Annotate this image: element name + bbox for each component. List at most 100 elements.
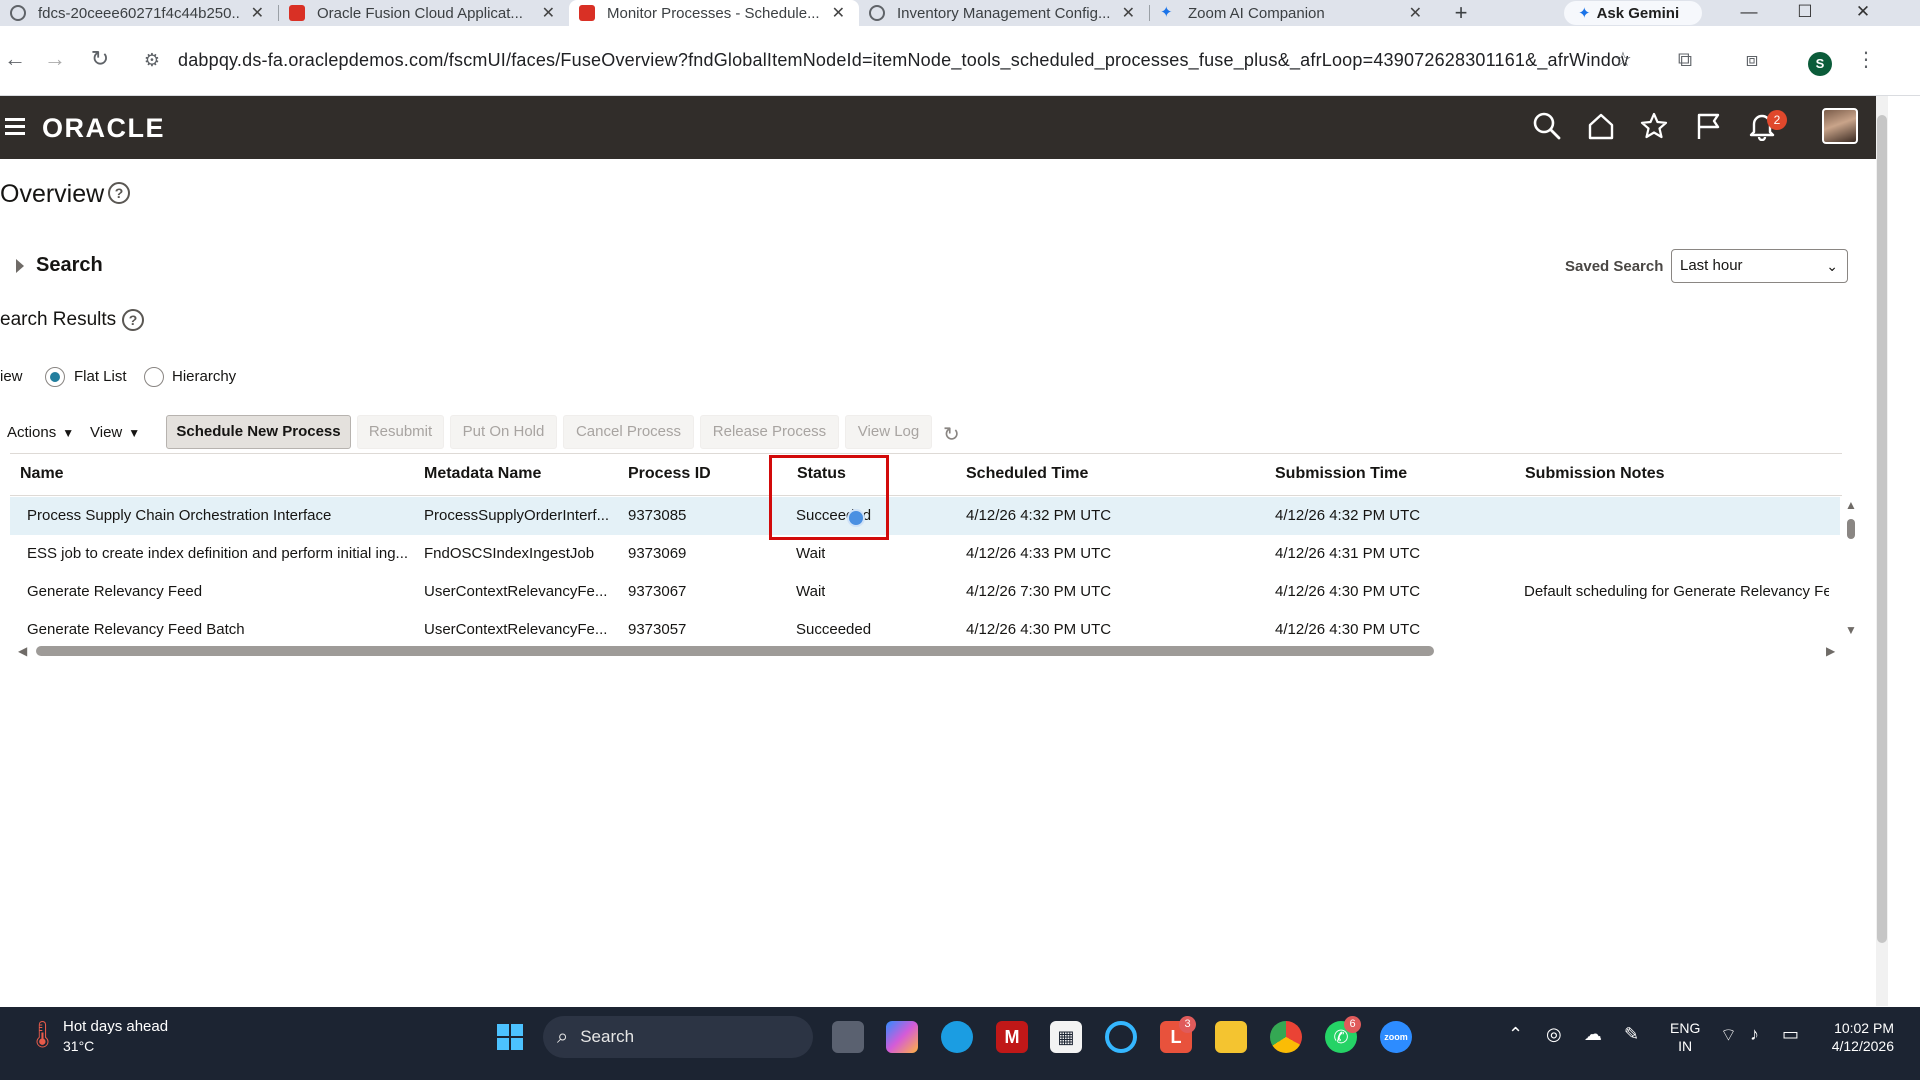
- battery-icon[interactable]: ▭: [1782, 1024, 1799, 1045]
- taskbar-search-box[interactable]: ⌕ Search: [543, 1016, 813, 1058]
- view-log-button[interactable]: View Log: [845, 415, 932, 449]
- tab-close-icon[interactable]: ✕: [542, 3, 555, 23]
- hamburger-menu-icon[interactable]: [5, 118, 25, 139]
- windows-start-icon[interactable]: [494, 1021, 526, 1053]
- tab-title: Monitor Processes - Schedule...: [607, 4, 820, 22]
- copilot-icon[interactable]: [886, 1021, 918, 1053]
- tab-close-icon[interactable]: ✕: [1122, 3, 1135, 23]
- close-window-icon[interactable]: ✕: [1838, 0, 1888, 26]
- help-icon[interactable]: ?: [122, 309, 144, 331]
- column-header-metadata-name[interactable]: Metadata Name: [424, 465, 541, 483]
- onedrive-cloud-icon[interactable]: ☁: [1584, 1024, 1602, 1045]
- saved-search-select[interactable]: Last hour ⌄: [1671, 249, 1848, 283]
- tab-close-icon[interactable]: ✕: [832, 3, 845, 23]
- cell-metadata-name: UserContextRelevancyFe...: [424, 621, 608, 638]
- weather-temperature[interactable]: 31°C: [63, 1038, 94, 1054]
- browser-tab-active[interactable]: Monitor Processes - Schedule... ✕: [569, 0, 859, 26]
- view-menu[interactable]: View ▼: [90, 424, 140, 441]
- resubmit-button[interactable]: Resubmit: [357, 415, 444, 449]
- column-header-submission-time[interactable]: Submission Time: [1275, 465, 1407, 483]
- tab-close-icon[interactable]: ✕: [1409, 3, 1422, 23]
- tab-title: Inventory Management Config...: [897, 4, 1111, 22]
- volume-icon[interactable]: ♪: [1750, 1024, 1759, 1045]
- browser-tab[interactable]: Oracle Fusion Cloud Applicat... ✕: [279, 0, 569, 26]
- microsoft-store-icon[interactable]: ▦: [1050, 1021, 1082, 1053]
- horizontal-scrollbar[interactable]: [36, 646, 1434, 656]
- task-view-icon[interactable]: [832, 1021, 864, 1053]
- processes-table: Name Metadata Name Process ID Status Sch…: [10, 453, 1842, 665]
- edge-browser-icon[interactable]: [941, 1021, 973, 1053]
- favorites-star-icon[interactable]: [1639, 111, 1671, 143]
- cast-search-icon[interactable]: ⧈: [1738, 46, 1766, 74]
- schedule-new-process-button[interactable]: Schedule New Process: [166, 415, 351, 449]
- back-arrow-icon[interactable]: ←: [0, 44, 30, 74]
- tab-close-icon[interactable]: ✕: [251, 3, 264, 23]
- site-settings-icon[interactable]: ⚙: [140, 50, 164, 71]
- hierarchy-label[interactable]: Hierarchy: [172, 368, 236, 385]
- table-row[interactable]: Process Supply Chain Orchestration Inter…: [10, 497, 1840, 535]
- search-section-toggle[interactable]: Search: [16, 254, 103, 277]
- thermometer-icon[interactable]: 🌡: [26, 1019, 59, 1050]
- extensions-icon[interactable]: ⧉: [1671, 46, 1699, 74]
- column-header-scheduled-time[interactable]: Scheduled Time: [966, 465, 1088, 483]
- weather-title[interactable]: Hot days ahead: [63, 1018, 168, 1035]
- clock-time: 10:02 PM: [1834, 1020, 1894, 1036]
- table-row[interactable]: Generate Relevancy Feed UserContextRelev…: [10, 573, 1840, 611]
- refresh-icon[interactable]: ↻: [943, 422, 960, 447]
- browser-tab[interactable]: fdcs-20ceee60271f4c44b250... ✕: [0, 0, 278, 26]
- scroll-down-arrow-icon[interactable]: ▼: [1845, 623, 1857, 637]
- scroll-left-arrow-icon[interactable]: ◀: [18, 644, 27, 658]
- flag-icon[interactable]: [1693, 111, 1725, 143]
- column-header-submission-notes[interactable]: Submission Notes: [1525, 465, 1665, 483]
- hierarchy-radio[interactable]: [144, 367, 164, 387]
- cancel-process-button[interactable]: Cancel Process: [563, 415, 694, 449]
- input-language-indicator[interactable]: ENG IN: [1670, 1019, 1700, 1055]
- whatsapp-badge: 6: [1344, 1016, 1361, 1033]
- more-menu-icon[interactable]: ⋮: [1852, 46, 1880, 74]
- cortana-circle-icon[interactable]: [1105, 1021, 1137, 1053]
- show-hidden-icons-chevron-icon[interactable]: ⌃: [1508, 1024, 1523, 1045]
- ask-gemini-button[interactable]: ✦ Ask Gemini: [1564, 1, 1702, 25]
- column-header-process-id[interactable]: Process ID: [628, 465, 711, 483]
- table-vertical-scrollbar[interactable]: [1847, 519, 1855, 539]
- mcafee-icon[interactable]: M: [996, 1021, 1028, 1053]
- cell-metadata-name: ProcessSupplyOrderInterf...: [424, 507, 610, 524]
- new-tab-button[interactable]: +: [1446, 0, 1476, 26]
- minimize-window-icon[interactable]: —: [1724, 0, 1774, 26]
- search-icon[interactable]: [1532, 111, 1564, 143]
- release-process-button[interactable]: Release Process: [700, 415, 839, 449]
- flat-list-radio[interactable]: [45, 367, 65, 387]
- pen-input-icon[interactable]: ✎: [1624, 1024, 1639, 1045]
- cell-name: ESS job to create index definition and p…: [27, 545, 409, 562]
- flat-list-label[interactable]: Flat List: [74, 368, 127, 385]
- reload-icon[interactable]: ↻: [85, 44, 115, 74]
- scroll-up-arrow-icon[interactable]: ▲: [1845, 498, 1857, 512]
- file-explorer-icon[interactable]: [1215, 1021, 1247, 1053]
- profile-avatar[interactable]: S: [1808, 52, 1832, 76]
- chrome-browser-icon[interactable]: [1270, 1021, 1302, 1053]
- help-icon[interactable]: ?: [108, 182, 130, 204]
- page-scrollbar-thumb[interactable]: [1877, 115, 1887, 943]
- column-header-name[interactable]: Name: [20, 465, 64, 483]
- tab-title: fdcs-20ceee60271f4c44b250...: [38, 4, 241, 22]
- scroll-right-arrow-icon[interactable]: ▶: [1826, 644, 1835, 658]
- actions-label: Actions: [7, 424, 57, 441]
- saved-search-value: Last hour: [1680, 257, 1743, 274]
- home-icon[interactable]: [1586, 111, 1618, 143]
- status-highlight-box: [769, 455, 889, 540]
- wifi-icon[interactable]: ⌔: [1720, 1024, 1737, 1047]
- put-on-hold-button[interactable]: Put On Hold: [450, 415, 557, 449]
- tray-sync-icon[interactable]: ◎: [1546, 1024, 1562, 1045]
- user-avatar[interactable]: [1822, 108, 1858, 144]
- forward-arrow-icon[interactable]: →: [40, 44, 70, 74]
- system-clock[interactable]: 10:02 PM 4/12/2026: [1820, 1019, 1894, 1055]
- zoom-icon[interactable]: zoom: [1380, 1021, 1412, 1053]
- browser-tab[interactable]: ✦ Zoom AI Companion ✕: [1150, 0, 1436, 26]
- bookmark-star-icon[interactable]: ☆: [1609, 46, 1637, 74]
- maximize-window-icon[interactable]: ☐: [1780, 0, 1830, 26]
- table-row[interactable]: ESS job to create index definition and p…: [10, 535, 1840, 573]
- browser-tab[interactable]: Inventory Management Config... ✕: [859, 0, 1149, 26]
- address-bar[interactable]: ⚙ dabpqy.ds-fa.oraclepdemos.com/fscmUI/f…: [140, 40, 1628, 80]
- actions-menu[interactable]: Actions ▼: [7, 424, 74, 441]
- table-row[interactable]: Generate Relevancy Feed Batch UserContex…: [10, 611, 1840, 649]
